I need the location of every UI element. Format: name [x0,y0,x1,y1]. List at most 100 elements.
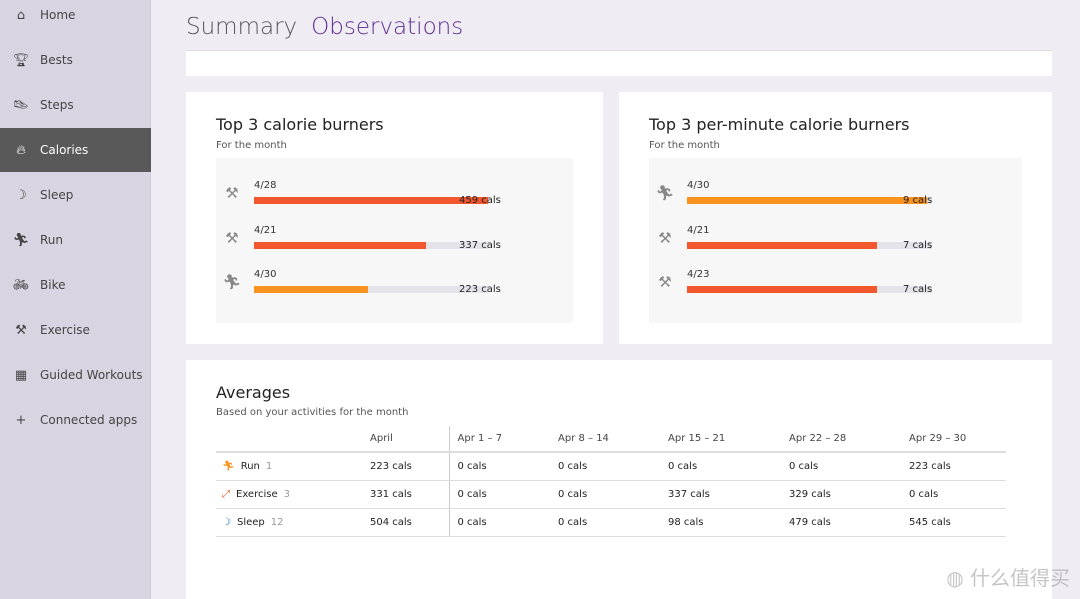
burner-bar-fill [687,241,877,249]
value-cell: 0 cals [901,480,1006,509]
value-cell: 329 cals [781,480,901,509]
burner-row: ⚒ 4/28 459 cals [216,180,573,220]
value-cell: 337 cals [660,480,781,509]
activity-name: Sleep [236,516,265,528]
sidebar-item-sleep[interactable]: ☽ Sleep [0,173,151,217]
averages-table: April Apr 1 – 7 Apr 8 – 14 Apr 15 – 21 Apr 2… [216,426,1006,537]
sidebar-item-label: Steps [40,98,74,112]
card-subtitle: For the month [216,140,287,151]
sleep-icon: ☽ [222,516,231,528]
card-title: Top 3 per-minute calorie burners [649,115,910,134]
sidebar-item-bests[interactable]: 🏆︎ Bests [0,38,151,82]
burner-value: 223 cals [459,284,501,295]
burner-date: 4/30 [254,269,277,280]
burner-date: 4/30 [687,180,710,191]
sidebar-item-label: Guided Workouts [40,368,143,382]
burner-value: 7 cals [903,239,933,251]
value-cell: 223 cals [901,452,1006,481]
sidebar-item-label: Sleep [40,188,74,202]
burner-row: ⚒ 4/23 7 cals [649,269,1006,309]
burners-list: 🏃︎ 4/30 9 cals ⚒ 4/21 7 cals ⚒ 4/23 7 cals [649,158,1022,323]
burners-list: ⚒ 4/28 459 cals ⚒ 4/21 337 cals 🏃︎ 4/30 223 cals [216,158,573,323]
burner-row: ⚒ 4/21 337 cals [216,225,573,265]
card-subtitle: Based on your activities for the month [216,407,409,418]
activity-count: 3 [283,488,290,500]
table-row[interactable]: ⤢ Exercise 3 331 cals 0 cals 0 cals 337 cals 32… [216,480,1006,509]
tab-summary[interactable]: Summary [186,14,297,40]
sidebar-item-connected-apps[interactable]: + Connected apps [0,398,151,442]
table-row[interactable]: ☽ Sleep 12 504 cals 0 cals 0 cals 98 cals 479 c… [216,508,1006,537]
burner-bar-track [687,241,932,249]
shoe-icon: 👟︎ [12,97,30,113]
card-subtitle: For the month [649,140,720,151]
page-header: Summary Observations [186,14,463,40]
value-cell: 545 cals [901,508,1006,537]
burner-value: 459 cals [459,195,501,206]
burner-bar-track [254,286,488,293]
value-cell: 0 cals [448,452,550,481]
sidebar-item-exercise[interactable]: ⚒ Exercise [0,308,151,352]
run-icon: 🏃︎ [222,460,235,472]
home-icon: ⌂ [16,7,26,23]
burner-bar-track [254,197,488,204]
activity-cell: ☽ Sleep 12 [216,508,362,537]
burner-bar-track [687,286,932,293]
activity-cell: 🏃︎ Run 1 [216,452,362,481]
sidebar-item-label: Connected apps [40,413,138,427]
value-cell: 0 cals [448,480,550,509]
table-row[interactable]: 🏃︎ Run 1 223 cals 0 cals 0 cals 0 cals 0 cals 22… [216,452,1006,481]
sidebar-item-guided-workouts[interactable]: ▦ Guided Workouts [0,353,151,397]
activity-name: Run [240,460,260,472]
bike-icon: 🚲︎ [12,277,30,293]
value-cell: 0 cals [660,452,781,481]
moon-icon: ☽ [15,187,27,203]
burner-row: 🏃︎ 4/30 223 cals [216,269,573,309]
value-cell: 504 cals [362,508,449,537]
value-cell: 479 cals [781,508,901,537]
value-cell: 0 cals [550,508,660,537]
trophy-icon: 🏆︎ [12,52,30,68]
burner-value: 337 cals [459,239,501,251]
column-header: April [362,426,449,453]
runner-icon: 🏃︎ [222,273,242,291]
activity-name: Exercise [236,488,278,500]
value-cell: 0 cals [550,452,660,481]
burner-date: 4/28 [254,180,277,191]
top-per-minute-card: Top 3 per-minute calorie burners For the… [619,92,1052,344]
value-cell: 0 cals [781,452,901,481]
tab-observations[interactable]: Observations [311,14,463,40]
burner-bar-track [687,197,932,204]
sidebar-item-label: Calories [40,143,89,157]
sidebar-item-run[interactable]: 🏃︎ Run [0,218,151,262]
sidebar-item-steps[interactable]: 👟︎ Steps [0,83,151,127]
sidebar-item-label: Exercise [40,323,90,337]
card-title: Top 3 calorie burners [216,115,384,134]
burner-bar-fill [254,241,426,249]
burner-row: ⚒ 4/21 7 cals [649,225,1006,265]
card-title: Averages [216,383,291,402]
sidebar-item-label: Home [40,8,76,22]
burner-bar-fill [687,197,928,204]
flame-icon: 🔥︎ [16,142,26,158]
averages-card: Averages Based on your activities for th… [186,360,1052,599]
runner-icon: 🏃︎ [655,184,675,202]
burner-date: 4/23 [687,269,710,280]
sidebar-item-label: Bike [40,278,66,292]
plus-icon: + [15,412,27,428]
sidebar-item-bike[interactable]: 🚲︎ Bike [0,263,151,307]
dumbbell-icon: ⚒ [15,322,27,338]
burner-bar-fill [687,286,877,293]
watermark: ◍ 什么值得买 [946,566,1070,590]
value-cell: 98 cals [660,508,781,537]
column-header: Apr 29 – 30 [901,426,1006,453]
top-calorie-burners-card: Top 3 calorie burners For the month ⚒ 4/2… [186,92,603,344]
activity-count: 12 [270,516,284,528]
burner-row: 🏃︎ 4/30 9 cals [649,180,1006,220]
burner-bar-track [254,241,488,249]
burner-bar-fill [254,286,368,293]
activity-count: 1 [265,460,273,472]
summary-strip [186,50,1052,76]
runner-icon: 🏃︎ [12,232,30,248]
sidebar-item-calories[interactable]: 🔥︎ Calories [0,128,151,172]
sidebar-item-home[interactable]: ⌂ Home [0,0,151,37]
